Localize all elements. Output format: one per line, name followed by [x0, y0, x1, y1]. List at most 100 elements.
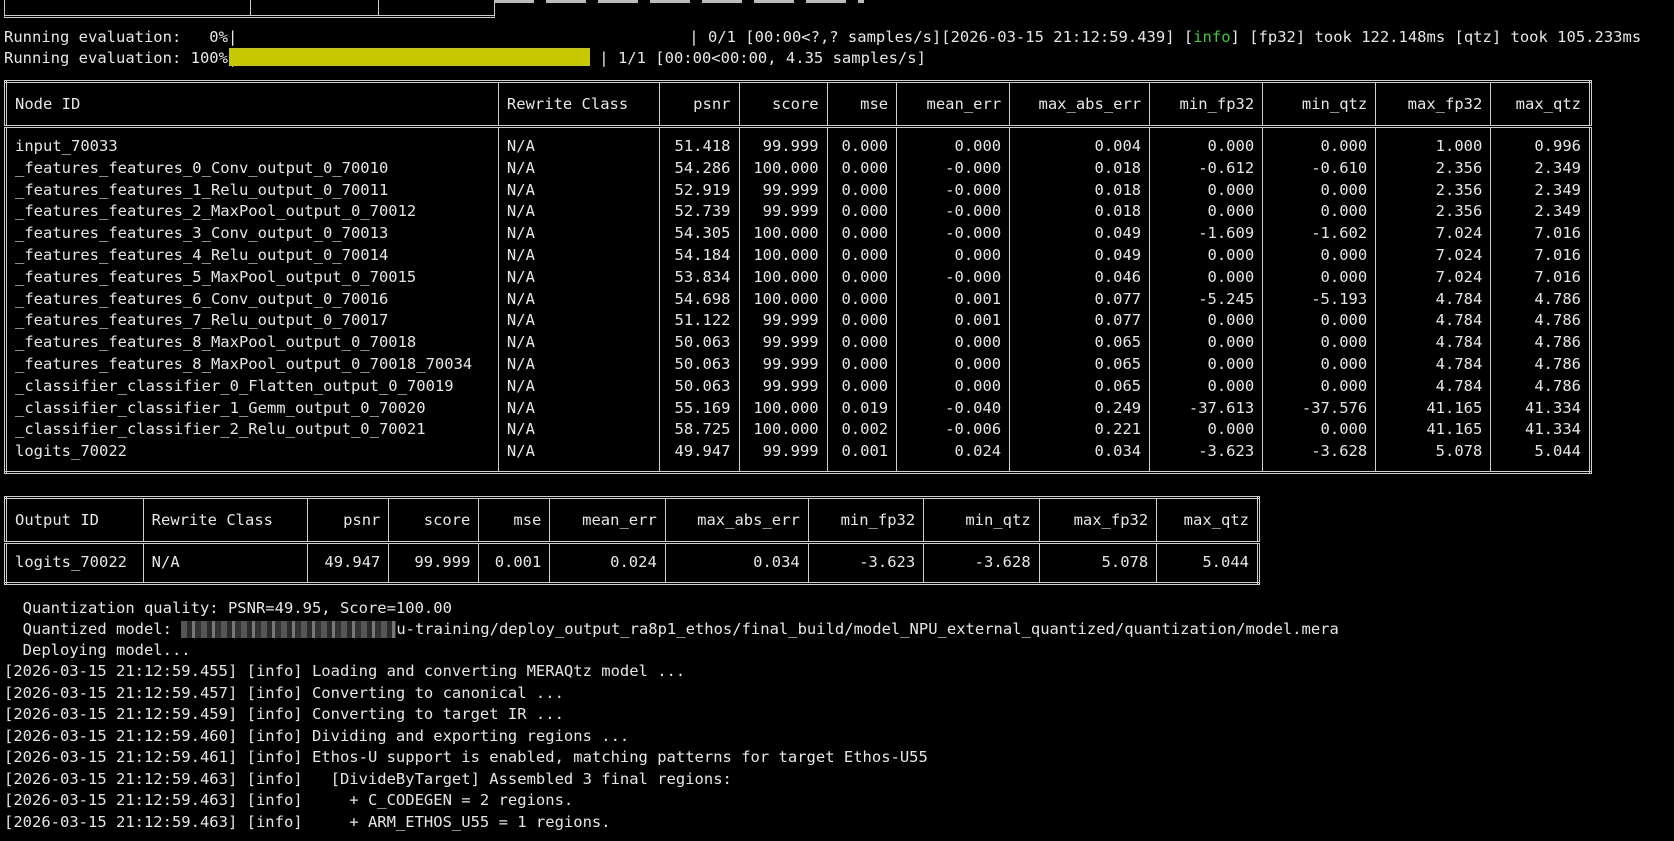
- spacer-cell: [738, 462, 828, 473]
- table-cell: 0.046: [1009, 266, 1150, 289]
- column-header: min_fp32: [807, 497, 924, 544]
- spacer-cell: [807, 573, 924, 584]
- log-line: [2026-03-15 21:12:59.455] [info] Loading…: [4, 662, 686, 680]
- table-cell: 0.065: [1009, 375, 1150, 398]
- table-cell: -37.613: [1149, 397, 1263, 420]
- spacer-cell: [6, 127, 499, 137]
- spacer-cell: [549, 542, 666, 552]
- spacer-cell: [1156, 573, 1259, 584]
- table-cell: 54.305: [658, 223, 739, 245]
- spacer-cell: [1490, 462, 1591, 473]
- table-cell: 99.999: [738, 179, 828, 202]
- spacer-cell: [388, 542, 479, 552]
- table-row: logits_70022 N/A 49.947 99.999 0.001 0.024 0.0…: [6, 552, 1259, 574]
- table-cell: 0.000: [826, 375, 897, 398]
- table-cell: 0.000: [826, 244, 897, 267]
- table-cell: N/A: [497, 244, 660, 267]
- spacer-cell: [549, 573, 666, 584]
- table-cell: _features_features_8_MaxPool_output_0_70…: [15, 333, 417, 352]
- previous-table-stub: [4, 0, 495, 18]
- table-row: input_70033 N/A 51.418 99.999 0.000 0.000 0.00…: [6, 136, 1591, 158]
- table-cell: N/A: [497, 310, 660, 333]
- table-cell: 54.698: [658, 288, 739, 311]
- table-cell: 100.000: [738, 266, 828, 289]
- table-cell: 52.739: [658, 201, 739, 224]
- table-cell: 0.000: [1149, 310, 1263, 333]
- column-header: min_qtz: [1262, 81, 1376, 128]
- table-cell: 49.947: [306, 552, 389, 574]
- spacer-cell: [1375, 126, 1491, 136]
- spacer-cell: [1262, 462, 1376, 473]
- column-header: max_abs_err: [664, 497, 809, 544]
- log-line: [2026-03-15 21:12:59.463] [info] [Divide…: [4, 769, 732, 788]
- column-header: mean_err: [896, 81, 1010, 128]
- table-cell: N/A: [497, 157, 660, 180]
- table-cell: 0.000: [1262, 266, 1376, 289]
- table-cell: 0.000: [1262, 179, 1376, 202]
- column-header: mean_err: [549, 497, 666, 544]
- table-row: _features_features_0_Conv_output_0_70010…: [6, 157, 1591, 180]
- spacer-cell: [306, 542, 389, 552]
- table-cell: 0.000: [896, 332, 1010, 354]
- table-cell: 4.786: [1490, 353, 1591, 376]
- spacer-cell: [497, 126, 660, 136]
- table-cell: 99.999: [738, 136, 828, 158]
- table-cell: 0.000: [1149, 375, 1263, 398]
- table-cell: 0.049: [1009, 223, 1150, 245]
- spacer-cell: [896, 126, 1010, 136]
- table-cell: _classifier_classifier_2_Relu_output_0_7…: [15, 420, 426, 439]
- table-cell: 0.034: [664, 552, 809, 574]
- spacer-cell: [1156, 542, 1259, 552]
- table-cell: -1.609: [1149, 223, 1263, 245]
- table-cell: -37.576: [1262, 397, 1376, 420]
- progress-line-0: Running evaluation: 0%| | 0/1 [00:00<?,? …: [4, 27, 1641, 48]
- table-cell: 53.834: [658, 266, 739, 289]
- table-cell: 4.784: [1375, 332, 1491, 354]
- table-cell: 0.000: [1262, 375, 1376, 398]
- table-cell: 0.000: [1262, 310, 1376, 333]
- table-cell: -0.000: [896, 201, 1010, 224]
- spacer-cell: [6, 574, 144, 584]
- column-header: Node ID: [5, 81, 499, 128]
- table-cell: 50.063: [658, 353, 739, 376]
- table-cell: -0.610: [1262, 157, 1376, 180]
- table-cell: _features_features_4_Relu_output_0_70014: [15, 245, 389, 264]
- progress-prefix: Running evaluation: 0%|: [4, 28, 238, 46]
- table-cell: 52.919: [658, 179, 739, 202]
- table-cell: 0.000: [896, 375, 1010, 398]
- table-cell: 0.000: [826, 201, 897, 224]
- table-cell: 0.000: [1262, 244, 1376, 267]
- table-cell: 0.000: [826, 310, 897, 333]
- table-cell: 55.169: [658, 397, 739, 420]
- table-cell: 0.000: [896, 353, 1010, 376]
- spacer-cell: [1490, 126, 1591, 136]
- spacer-cell: [896, 462, 1010, 473]
- table-cell: 0.000: [1262, 201, 1376, 224]
- table-cell: 0.000: [826, 179, 897, 202]
- table-cell: N/A: [497, 179, 660, 202]
- progress-prefix: Running evaluation: 100%|: [4, 49, 238, 67]
- spacer-cell: [478, 573, 550, 584]
- table-cell: 4.786: [1490, 375, 1591, 398]
- table-cell: 0.024: [549, 552, 666, 574]
- spacer-cell: [1149, 462, 1263, 473]
- table-cell: 4.784: [1375, 288, 1491, 311]
- table-cell: 0.019: [826, 397, 897, 420]
- table-cell: -0.612: [1149, 157, 1263, 180]
- spacer-cell: [664, 573, 809, 584]
- table-cell: 0.000: [826, 157, 897, 180]
- table-row: _features_features_2_MaxPool_output_0_70…: [6, 201, 1591, 224]
- table-cell: 0.000: [1149, 419, 1263, 442]
- table-row: _classifier_classifier_1_Gemm_output_0_7…: [6, 397, 1591, 420]
- table-cell: 99.999: [738, 353, 828, 376]
- table-cell: N/A: [497, 136, 660, 158]
- deploying-line: Deploying model...: [4, 641, 191, 659]
- table-cell: 100.000: [738, 288, 828, 311]
- table-cell: 0.000: [826, 288, 897, 311]
- table-cell: 0.221: [1009, 419, 1150, 442]
- table-cell: input_70033: [15, 137, 118, 155]
- spacer-cell: [1038, 573, 1157, 584]
- log-line: [2026-03-15 21:12:59.463] [info] + ARM_E…: [4, 812, 611, 831]
- table-cell: 0.000: [1262, 332, 1376, 354]
- table-cell: 7.016: [1490, 266, 1591, 289]
